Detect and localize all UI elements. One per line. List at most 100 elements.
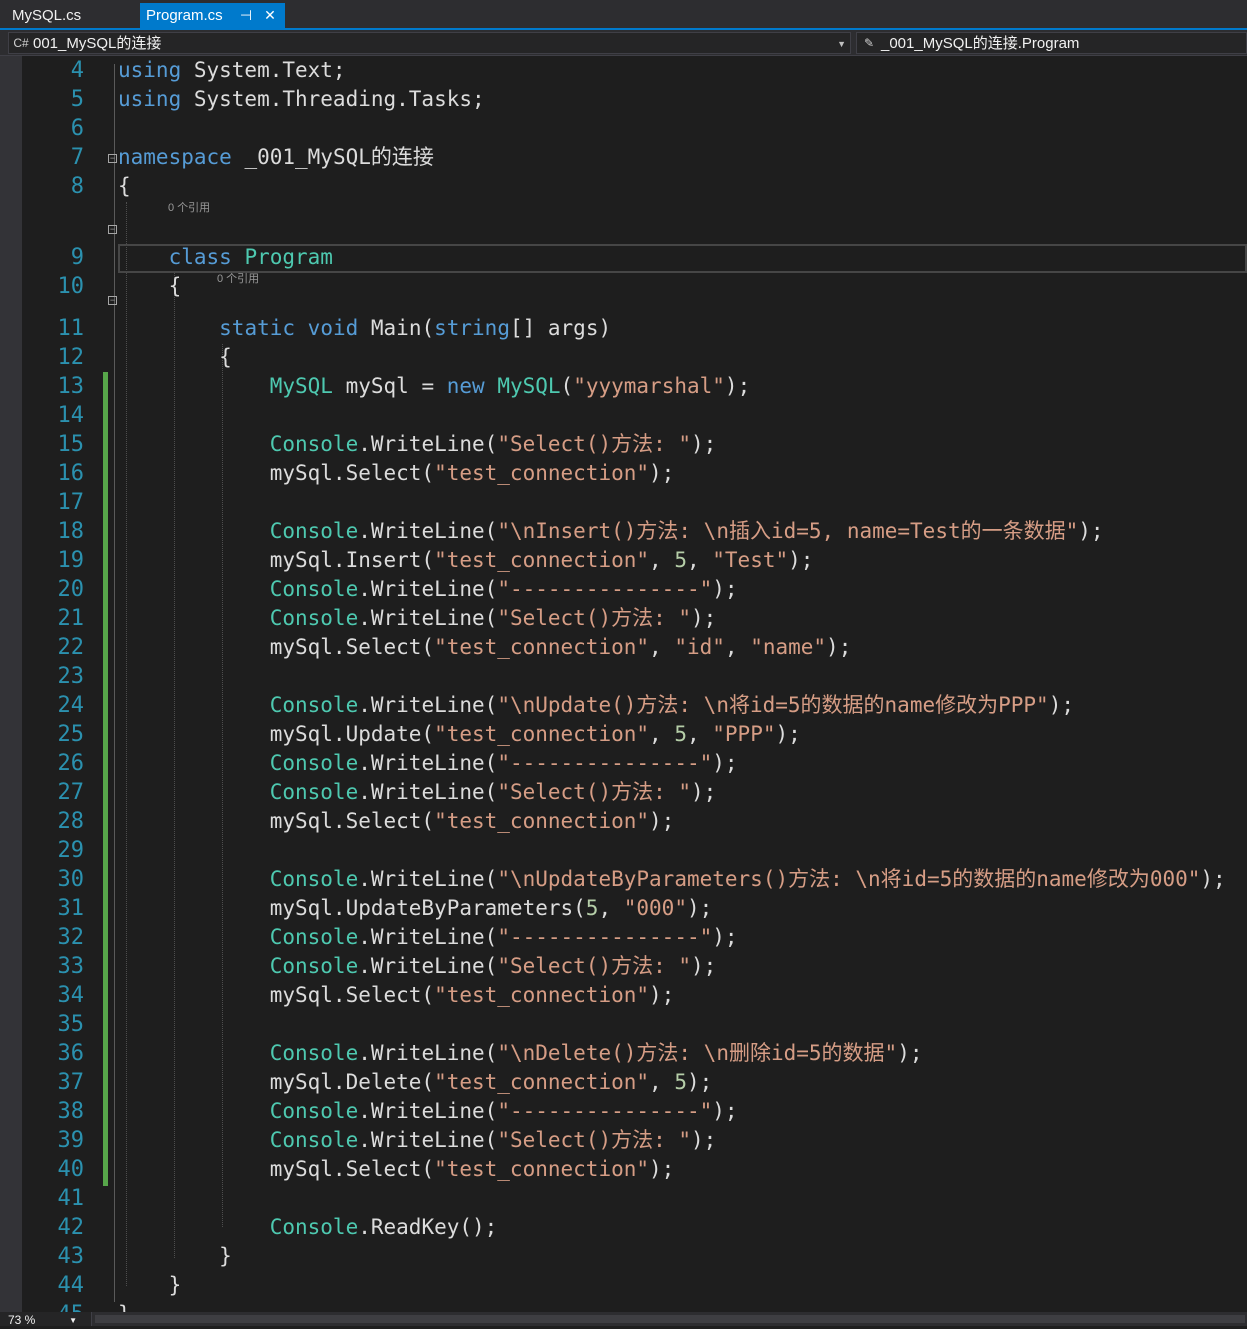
pin-icon[interactable]: ⊣ [236,3,256,28]
code-line[interactable]: 38 Console.WriteLine("---------------"); [0,1097,1247,1126]
code-token: ( [560,374,574,398]
code-text[interactable]: { [118,272,182,301]
code-line[interactable]: 22 mySql.Select("test_connection", "id",… [0,633,1247,662]
code-text[interactable]: Console.WriteLine("\nDelete()方法: \n删除id=… [118,1039,923,1068]
code-text[interactable]: Console.WriteLine("Select()方法: "); [118,1126,717,1155]
code-line[interactable]: 44 } [0,1271,1247,1300]
code-text[interactable]: static void Main(string[] args) [118,314,611,343]
code-line[interactable]: 31 mySql.UpdateByParameters(5, "000"); [0,894,1247,923]
code-text[interactable]: Console.WriteLine("Select()方法: "); [118,430,717,459]
code-line[interactable]: 23 [0,662,1247,691]
code-line[interactable]: 20 Console.WriteLine("---------------"); [0,575,1247,604]
code-line[interactable]: 19 mySql.Insert("test_connection", 5, "T… [0,546,1247,575]
code-line[interactable]: 33 Console.WriteLine("Select()方法: "); [0,952,1247,981]
code-line[interactable]: 40 mySql.Select("test_connection"); [0,1155,1247,1184]
code-text[interactable]: Console.WriteLine("\nInsert()方法: \n插入id=… [118,517,1104,546]
code-text[interactable]: namespace _001_MySQL的连接 [118,143,434,172]
code-line[interactable]: 39 Console.WriteLine("Select()方法: "); [0,1126,1247,1155]
tab-program-cs[interactable]: Program.cs ⊣ ✕ [140,3,285,28]
code-text[interactable]: MySQL mySql = new MySQL("yyymarshal"); [118,372,751,401]
code-line[interactable]: 6 [0,114,1247,143]
code-line[interactable]: 42 Console.ReadKey(); [0,1213,1247,1242]
class-reference-count[interactable]: 0 个引用 [168,202,210,214]
code-text[interactable]: Console.WriteLine("Select()方法: "); [118,604,717,633]
close-icon[interactable]: ✕ [260,3,280,28]
code-line[interactable]: 13 MySQL mySql = new MySQL("yyymarshal")… [0,372,1247,401]
line-number: 19 [57,548,85,573]
horizontal-scrollbar[interactable] [95,1315,1245,1323]
code-line[interactable]: 26 Console.WriteLine("---------------"); [0,749,1247,778]
code-line[interactable]: 35 [0,1010,1247,1039]
code-text[interactable]: Console.WriteLine("\nUpdateByParameters(… [118,865,1226,894]
code-text[interactable]: Console.WriteLine("\nUpdate()方法: \n将id=5… [118,691,1074,720]
code-editor[interactable]: − − − 0 个引用 0 个引用 4 using System.Text; 5 us… [0,56,1247,1312]
code-text[interactable]: Console.WriteLine("---------------"); [118,575,738,604]
code-line[interactable]: 28 mySql.Select("test_connection"); [0,807,1247,836]
code-text[interactable]: Console.WriteLine("---------------"); [118,749,738,778]
code-line[interactable]: 30 Console.WriteLine("\nUpdateByParamete… [0,865,1247,894]
code-text[interactable]: { [118,343,232,372]
code-line[interactable]: 41 [0,1184,1247,1213]
code-line[interactable]: 8{ [0,172,1247,201]
code-text[interactable]: Console.WriteLine("Select()方法: "); [118,778,717,807]
code-text[interactable]: class Program [118,243,333,272]
code-text[interactable]: Console.WriteLine("Select()方法: "); [118,952,717,981]
tab-mysql-cs[interactable]: MySQL.cs [0,3,140,28]
code-text[interactable]: mySql.Select("test_connection"); [118,807,675,836]
code-line[interactable]: 17 [0,488,1247,517]
code-text[interactable]: mySql.Update("test_connection", 5, "PPP"… [118,720,801,749]
line-number: 18 [57,519,85,544]
code-line[interactable]: 36 Console.WriteLine("\nDelete()方法: \n删除… [0,1039,1247,1068]
code-token: ); [691,432,717,456]
code-line[interactable]: 21 Console.WriteLine("Select()方法: "); [0,604,1247,633]
code-text[interactable]: mySql.Select("test_connection", "id", "n… [118,633,852,662]
line-number: 25 [57,722,85,747]
code-line[interactable]: 5 using System.Threading.Tasks; [0,85,1247,114]
code-line[interactable]: 16 mySql.Select("test_connection"); [0,459,1247,488]
code-line[interactable]: 7 namespace _001_MySQL的连接 [0,143,1247,172]
code-line[interactable]: 32 Console.WriteLine("---------------"); [0,923,1247,952]
code-line[interactable]: 43 } [0,1242,1247,1271]
code-token: ); [649,1157,675,1181]
code-line[interactable]: 27 Console.WriteLine("Select()方法: "); [0,778,1247,807]
project-dropdown[interactable]: C# 001_MySQL的连接 ▼ [8,32,851,54]
code-line[interactable]: 11 static void Main(string[] args) [0,314,1247,343]
fold-toggle-class[interactable]: − [108,225,117,234]
code-line[interactable]: 18 Console.WriteLine("\nInsert()方法: \n插入… [0,517,1247,546]
code-line[interactable]: 25 mySql.Update("test_connection", 5, "P… [0,720,1247,749]
code-line[interactable]: 12 { [0,343,1247,372]
code-text[interactable]: Console.ReadKey(); [118,1213,498,1242]
code-line[interactable]: 15 Console.WriteLine("Select()方法: "); [0,430,1247,459]
code-text[interactable]: } [118,1300,131,1312]
code-text[interactable]: mySql.Delete("test_connection", 5); [118,1068,713,1097]
code-line[interactable]: 37 mySql.Delete("test_connection", 5); [0,1068,1247,1097]
code-text[interactable]: } [118,1271,182,1300]
code-text[interactable]: mySql.Select("test_connection"); [118,459,675,488]
code-line[interactable]: 10 { [0,272,1247,301]
code-text[interactable]: mySql.UpdateByParameters(5, "000"); [118,894,713,923]
code-line[interactable]: 14 [0,401,1247,430]
code-token: mySql.Insert( [118,548,435,572]
code-text[interactable]: mySql.Insert("test_connection", 5, "Test… [118,546,814,575]
code-text[interactable]: using System.Threading.Tasks; [118,85,485,114]
code-token: } [118,1302,131,1312]
code-token: ); [1200,867,1226,891]
code-text[interactable]: using System.Text; [118,56,346,85]
code-text[interactable]: { [118,172,131,201]
zoom-dropdown[interactable]: 73 % ▼ [0,1312,92,1327]
code-line[interactable]: 34 mySql.Select("test_connection"); [0,981,1247,1010]
code-text[interactable]: Console.WriteLine("---------------"); [118,1097,738,1126]
type-dropdown[interactable]: ✎ _001_MySQL的连接.Program [856,32,1247,54]
line-number: 26 [57,751,85,776]
code-text[interactable]: mySql.Select("test_connection"); [118,1155,675,1184]
code-token: "test_connection" [434,461,650,485]
code-line[interactable]: 24 Console.WriteLine("\nUpdate()方法: \n将i… [0,691,1247,720]
code-line[interactable]: 29 [0,836,1247,865]
code-text[interactable]: Console.WriteLine("---------------"); [118,923,738,952]
code-text[interactable]: mySql.Select("test_connection"); [118,981,675,1010]
code-line[interactable]: 9 class Program [0,243,1247,272]
code-line[interactable]: 45} [0,1300,1247,1312]
code-text[interactable]: } [118,1242,232,1271]
code-line[interactable]: 4 using System.Text; [0,56,1247,85]
